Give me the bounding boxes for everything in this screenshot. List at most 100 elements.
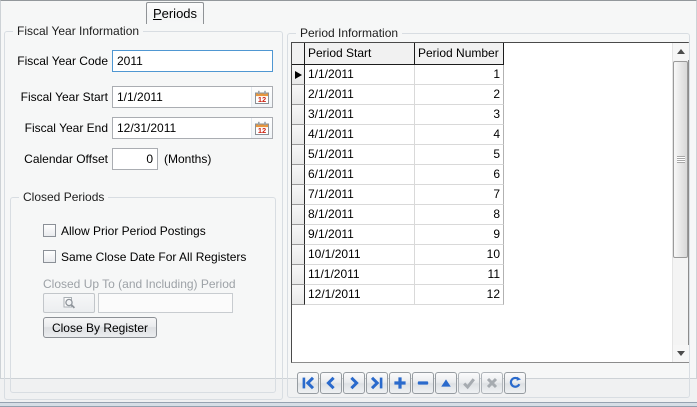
scroll-up-button[interactable] [673,43,689,60]
grid-row[interactable]: 4/1/2011 4 [292,125,688,145]
grid-row[interactable]: 10/1/2011 10 [292,245,688,265]
scroll-up-arrow-icon [677,49,685,54]
cell-period-start: 11/1/2011 [305,265,415,285]
prior-record-icon [326,376,335,390]
grid-row[interactable]: 2/1/2011 2 [292,85,688,105]
fiscal-year-end-label: Fiscal Year End [24,121,108,135]
cell-period-start: 3/1/2011 [305,105,415,125]
window-bottom-border [0,402,697,407]
delete-record-icon [417,381,429,385]
cell-period-start: 12/1/2011 [305,285,415,305]
fiscal-year-end-value[interactable] [113,118,251,138]
cell-period-start: 5/1/2011 [305,145,415,165]
post-edit-icon [463,378,475,390]
cell-period-number: 7 [415,185,504,205]
svg-text:12: 12 [258,95,266,104]
calendar-icon: 12 [255,121,269,135]
fiscal-year-start-value[interactable] [113,87,251,107]
row-selector[interactable] [292,185,305,205]
fiscal-year-start-label: Fiscal Year Start [20,90,108,104]
closed-periods-title: Closed Periods [19,190,109,204]
cell-period-number: 5 [415,145,504,165]
grid-vertical-scrollbar[interactable] [672,43,689,362]
row-selector[interactable] [292,145,305,165]
grid-row[interactable]: 3/1/2011 3 [292,105,688,125]
insert-record-icon [394,377,406,389]
edit-record-icon [441,379,451,387]
cell-period-start: 6/1/2011 [305,165,415,185]
cell-period-start: 4/1/2011 [305,125,415,145]
allow-prior-period-postings-label: Allow Prior Period Postings [61,224,206,238]
grid-selector-header [292,43,305,65]
tab-periods[interactable]: Periods [146,2,204,24]
cell-period-number: 3 [415,105,504,125]
svg-text:12: 12 [258,126,266,135]
grid-row[interactable]: 8/1/2011 8 [292,205,688,225]
row-selector[interactable] [292,205,305,225]
grid-row[interactable]: 1/1/2011 1 [292,65,688,85]
calendar-offset-suffix: (Months) [164,152,212,166]
grid-row[interactable]: 7/1/2011 7 [292,185,688,205]
cell-period-number: 6 [415,165,504,185]
fiscal-year-code-label: Fiscal Year Code [17,54,108,68]
cell-period-number: 2 [415,85,504,105]
scrollbar-thumb[interactable] [673,61,688,258]
fiscal-year-end-input[interactable]: 12 [112,117,273,139]
periods-grid[interactable]: Period Start Period Number 1/1/2011 1 2/… [291,42,689,363]
nav-refresh-button[interactable] [504,372,526,394]
scroll-down-button[interactable] [673,345,689,362]
row-selector[interactable] [292,245,305,265]
grid-row[interactable]: 12/1/2011 12 [292,285,688,305]
row-selector[interactable] [292,105,305,125]
grid-row[interactable]: 5/1/2011 5 [292,145,688,165]
cell-period-number: 1 [415,65,504,85]
cell-period-start: 1/1/2011 [305,65,415,85]
record-navigator [297,372,526,394]
cell-period-start: 2/1/2011 [305,85,415,105]
cell-period-number: 9 [415,225,504,245]
grid-row[interactable]: 9/1/2011 9 [292,225,688,245]
grid-header-row: Period Start Period Number [292,43,688,65]
nav-delete-button[interactable] [412,372,434,394]
column-header-period-start[interactable]: Period Start [305,43,415,65]
same-close-date-checkbox[interactable] [43,250,56,263]
next-record-icon [350,376,359,390]
tab-periods-label: Periods [152,6,198,21]
nav-last-button[interactable] [366,372,388,394]
first-record-icon [302,376,315,390]
row-selector[interactable] [292,265,305,285]
nav-next-button[interactable] [343,372,365,394]
cancel-edit-icon [486,377,498,389]
cell-period-number: 10 [415,245,504,265]
nav-insert-button[interactable] [389,372,411,394]
fiscal-year-start-input[interactable]: 12 [112,86,273,108]
cell-period-start: 7/1/2011 [305,185,415,205]
fiscal-year-code-input[interactable] [112,50,273,72]
current-row-indicator [292,65,305,85]
nav-prior-button[interactable] [320,372,342,394]
same-close-date-label: Same Close Date For All Registers [61,250,247,264]
fiscal-year-information-title: Fiscal Year Information [13,24,144,38]
close-by-register-button[interactable]: Close By Register [43,317,157,338]
closed-up-to-lookup-button[interactable] [43,293,95,313]
nav-edit-button[interactable] [435,372,457,394]
cell-period-start: 9/1/2011 [305,225,415,245]
row-selector[interactable] [292,285,305,305]
row-selector[interactable] [292,165,305,185]
allow-prior-period-postings-checkbox[interactable] [43,224,56,237]
calendar-offset-input[interactable] [112,148,158,170]
row-selector[interactable] [292,85,305,105]
row-selector[interactable] [292,125,305,145]
closed-up-to-period-input[interactable] [98,293,233,313]
nav-first-button[interactable] [297,372,319,394]
cell-period-start: 8/1/2011 [305,205,415,225]
nav-post-button[interactable] [458,372,480,394]
grid-row[interactable]: 11/1/2011 11 [292,265,688,285]
fiscal-year-start-calendar-button[interactable]: 12 [251,87,272,107]
fiscal-year-end-calendar-button[interactable]: 12 [251,118,272,138]
refresh-records-icon [509,376,521,388]
column-header-period-number[interactable]: Period Number [415,43,504,65]
nav-cancel-button[interactable] [481,372,503,394]
row-selector[interactable] [292,225,305,245]
grid-row[interactable]: 6/1/2011 6 [292,165,688,185]
